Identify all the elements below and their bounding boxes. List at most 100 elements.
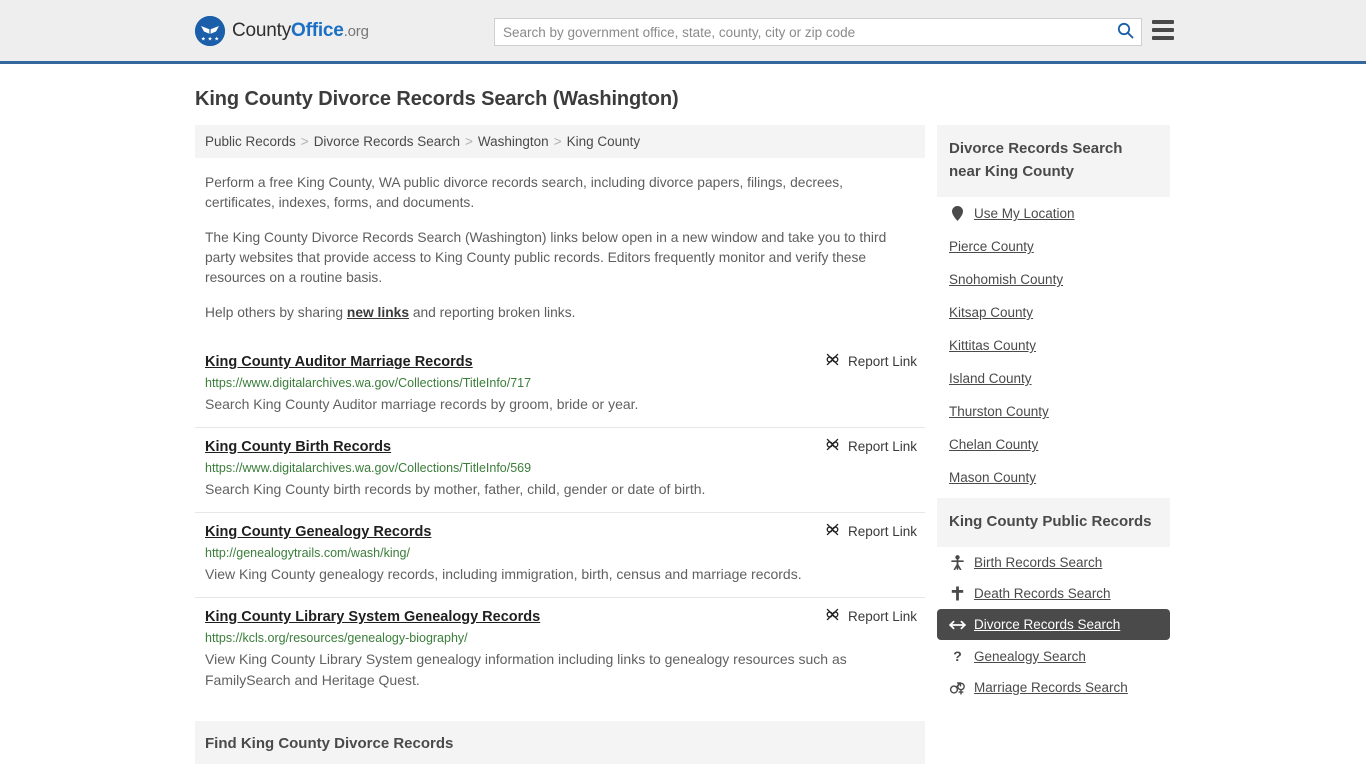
result-url-link[interactable]: http://genealogytrails.com/wash/king/	[205, 546, 915, 560]
hamburger-bar-2	[1152, 28, 1174, 32]
sidebar-public-records-list: Birth Records Search Death Records Searc…	[937, 547, 1170, 703]
logo-text-org: .org	[343, 22, 369, 40]
site-search-bar	[494, 18, 1142, 46]
breadcrumb-separator: >	[300, 134, 309, 149]
broken-link-icon	[825, 437, 840, 455]
report-link-button[interactable]: Report Link	[825, 437, 917, 455]
breadcrumb-item-washington[interactable]: Washington	[478, 134, 549, 149]
broken-link-icon	[825, 607, 840, 625]
breadcrumb-item-divorce-records-search[interactable]: Divorce Records Search	[314, 134, 460, 149]
result-item: King County Birth Records https://www.di…	[195, 427, 925, 512]
broken-link-icon	[825, 522, 840, 540]
sidebar: Divorce Records Search near King County …	[937, 125, 1170, 764]
result-title-link[interactable]: King County Library System Genealogy Rec…	[205, 609, 540, 625]
report-link-button[interactable]: Report Link	[825, 522, 917, 540]
search-button[interactable]	[1109, 19, 1141, 45]
sidebar-link-snohomish-county[interactable]: Snohomish County	[949, 272, 1063, 287]
intro-paragraph-3: Help others by sharing new links and rep…	[205, 303, 905, 323]
sidebar-link-divorce-records-search[interactable]: Divorce Records Search	[974, 617, 1120, 632]
sidebar-item-birth-records-search[interactable]: Birth Records Search	[937, 547, 1170, 578]
sidebar-item-kittitas-county[interactable]: Kittitas County	[937, 329, 1170, 362]
sidebar-item-kitsap-county[interactable]: Kitsap County	[937, 296, 1170, 329]
sidebar-link-death-records-search[interactable]: Death Records Search	[974, 586, 1111, 601]
sidebar-item-mason-county[interactable]: Mason County	[937, 461, 1170, 494]
breadcrumb-item-king-county[interactable]: King County	[567, 134, 641, 149]
sidebar-link-use-my-location[interactable]: Use My Location	[974, 206, 1075, 221]
hamburger-menu-icon[interactable]	[1152, 20, 1174, 40]
result-url-link[interactable]: https://www.digitalarchives.wa.gov/Colle…	[205, 376, 915, 390]
result-description: Search King County birth records by moth…	[205, 481, 706, 497]
map-pin-icon	[949, 206, 966, 221]
eagle-shield-icon	[195, 15, 225, 46]
results-list: King County Auditor Marriage Records htt…	[195, 343, 925, 703]
breadcrumb-separator: >	[553, 134, 562, 149]
search-input[interactable]	[495, 19, 1109, 45]
sidebar-item-island-county[interactable]: Island County	[937, 362, 1170, 395]
sidebar-item-divorce-records-search[interactable]: Divorce Records Search	[937, 609, 1170, 640]
sidebar-item-snohomish-county[interactable]: Snohomish County	[937, 263, 1170, 296]
sidebar-item-genealogy-search[interactable]: ? Genealogy Search	[937, 640, 1170, 672]
page-body: King County Divorce Records Search (Wash…	[0, 88, 1366, 764]
male-female-icon	[949, 681, 966, 695]
intro-paragraph-2: The King County Divorce Records Search (…	[205, 230, 887, 285]
sidebar-link-kitsap-county[interactable]: Kitsap County	[949, 305, 1033, 320]
breadcrumb: Public Records > Divorce Records Search > Wa…	[195, 125, 925, 158]
cross-icon	[949, 586, 966, 601]
logo-text-county: County	[232, 19, 292, 41]
sidebar-link-thurston-county[interactable]: Thurston County	[949, 404, 1049, 419]
site-header: CountyOffice.org	[0, 0, 1366, 64]
sidebar-link-island-county[interactable]: Island County	[949, 371, 1032, 386]
sidebar-public-records-heading: King County Public Records	[937, 498, 1170, 547]
sidebar-item-marriage-records-search[interactable]: Marriage Records Search	[937, 672, 1170, 703]
breadcrumb-separator: >	[465, 134, 473, 149]
site-logo[interactable]: CountyOffice.org	[195, 15, 369, 46]
breadcrumb-item-public-records[interactable]: Public Records	[205, 134, 296, 149]
broken-link-icon	[825, 352, 840, 370]
baby-icon	[949, 555, 966, 570]
logo-text-office: Office	[291, 19, 344, 41]
report-link-button[interactable]: Report Link	[825, 352, 917, 370]
sidebar-link-mason-county[interactable]: Mason County	[949, 470, 1036, 485]
sidebar-link-chelan-county[interactable]: Chelan County	[949, 437, 1038, 452]
report-link-label: Report Link	[847, 353, 917, 369]
main-column: Public Records > Divorce Records Search > Wa…	[195, 125, 925, 764]
sidebar-link-pierce-county[interactable]: Pierce County	[949, 239, 1034, 254]
new-links-link[interactable]: new links	[347, 305, 409, 320]
intro-p3-before: Help others by sharing	[205, 305, 347, 320]
sidebar-item-chelan-county[interactable]: Chelan County	[937, 428, 1170, 461]
sidebar-item-death-records-search[interactable]: Death Records Search	[937, 578, 1170, 609]
result-item: King County Genealogy Records http://gen…	[195, 512, 925, 597]
report-link-label: Report Link	[847, 608, 917, 624]
sidebar-public-records-box: King County Public Records Birth Records…	[937, 498, 1170, 703]
result-description: Search King County Auditor marriage reco…	[205, 396, 639, 412]
left-right-arrow-icon	[949, 619, 966, 631]
sidebar-link-marriage-records-search[interactable]: Marriage Records Search	[974, 680, 1128, 695]
result-title-link[interactable]: King County Genealogy Records	[205, 524, 431, 540]
result-title-link[interactable]: King County Birth Records	[205, 439, 391, 455]
logo-wordmark: CountyOffice.org	[232, 20, 369, 42]
find-records-section: Find King County Divorce Records	[195, 721, 925, 764]
intro-p3-after: and reporting broken links.	[409, 305, 576, 320]
result-url-link[interactable]: https://kcls.org/resources/genealogy-bio…	[205, 631, 915, 645]
question-mark-icon: ?	[953, 648, 962, 664]
find-records-heading: Find King County Divorce Records	[205, 735, 454, 752]
sidebar-link-birth-records-search[interactable]: Birth Records Search	[974, 555, 1102, 570]
sidebar-link-kittitas-county[interactable]: Kittitas County	[949, 338, 1036, 353]
intro-paragraph-1: Perform a free King County, WA public di…	[205, 175, 844, 210]
sidebar-item-use-my-location[interactable]: Use My Location	[937, 197, 1170, 230]
sidebar-nearby-heading: Divorce Records Search near King County	[937, 125, 1170, 197]
sidebar-item-pierce-county[interactable]: Pierce County	[937, 230, 1170, 263]
hamburger-bar-3	[1152, 36, 1174, 40]
sidebar-item-thurston-county[interactable]: Thurston County	[937, 395, 1170, 428]
search-icon	[1117, 22, 1134, 42]
sidebar-nearby-list: Use My Location Pierce County Snohomish …	[937, 197, 1170, 494]
result-title-link[interactable]: King County Auditor Marriage Records	[205, 354, 473, 370]
content-columns: Public Records > Divorce Records Search > Wa…	[195, 125, 1366, 764]
sidebar-nearby-box: Divorce Records Search near King County …	[937, 125, 1170, 494]
report-link-button[interactable]: Report Link	[825, 607, 917, 625]
result-url-link[interactable]: https://www.digitalarchives.wa.gov/Colle…	[205, 461, 915, 475]
result-item: King County Auditor Marriage Records htt…	[195, 343, 925, 427]
hamburger-bar-1	[1152, 20, 1174, 24]
sidebar-link-genealogy-search[interactable]: Genealogy Search	[974, 649, 1086, 664]
report-link-label: Report Link	[847, 523, 917, 539]
